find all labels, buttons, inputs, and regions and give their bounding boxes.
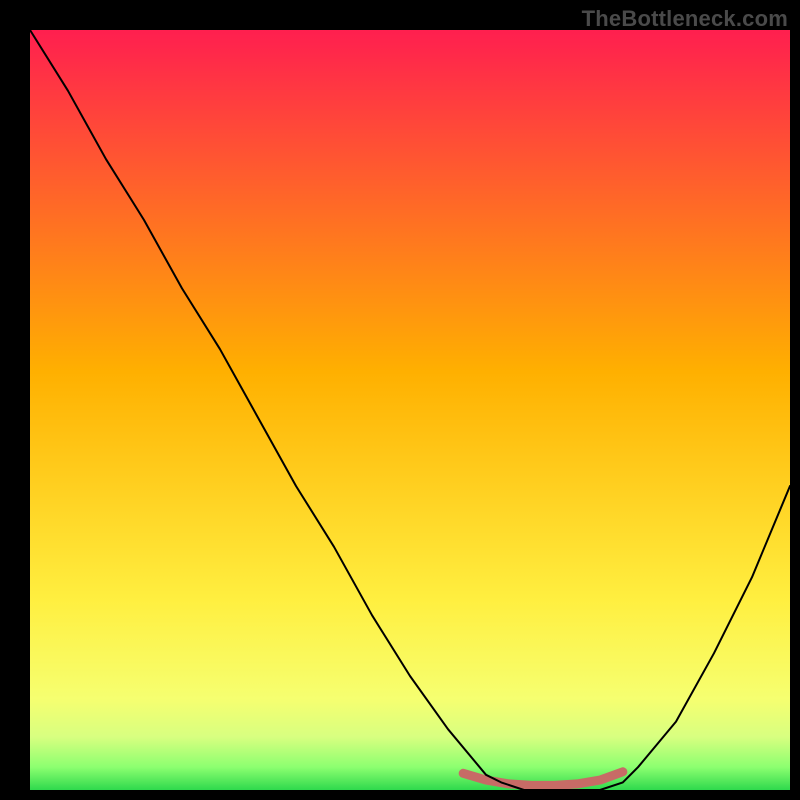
- bottleneck-chart: [0, 0, 800, 800]
- chart-container: TheBottleneck.com: [0, 0, 800, 800]
- watermark-text: TheBottleneck.com: [582, 6, 788, 32]
